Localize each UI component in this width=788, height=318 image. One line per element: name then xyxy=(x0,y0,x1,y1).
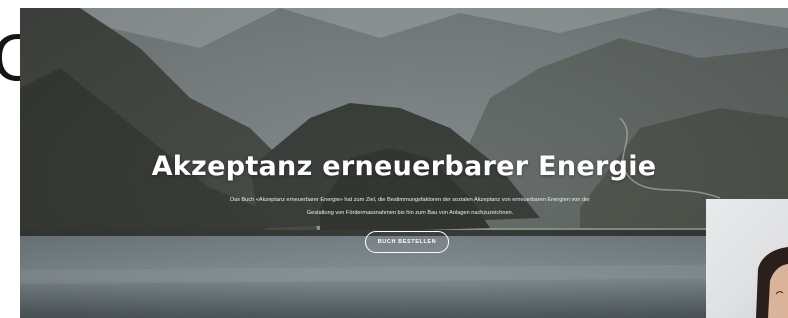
hero-banner: Akzeptanz erneuerbarer Energie Das Buch … xyxy=(20,8,788,318)
hero-description-line-1: Das Buch «Akzeptanz erneuerbarer Energie… xyxy=(229,197,591,203)
hero-description: Das Buch «Akzeptanz erneuerbarer Energie… xyxy=(170,194,650,220)
person-photo-overlay xyxy=(706,199,788,318)
hero-description-line-2: Gestaltung von Fördermassnahmen bis hin … xyxy=(306,210,514,216)
order-book-button[interactable]: BUCH BESTELLEN xyxy=(365,231,449,253)
person-photo-icon xyxy=(756,247,788,318)
hero-title: Akzeptanz erneuerbarer Energie xyxy=(151,151,657,182)
